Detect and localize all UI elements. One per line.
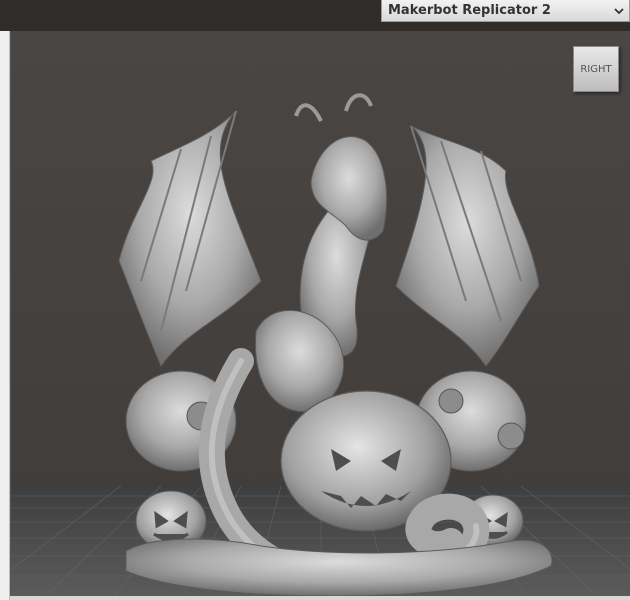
printer-dropdown-label: Makerbot Replicator 2 — [388, 3, 551, 18]
printer-dropdown[interactable]: Makerbot Replicator 2 — [381, 0, 630, 22]
3d-viewport[interactable] — [10, 31, 630, 600]
view-cube-label: RIGHT — [580, 63, 612, 75]
3d-scene[interactable] — [11, 31, 630, 600]
top-toolbar: Makerbot Replicator 2 — [0, 0, 630, 31]
chevron-down-icon[interactable] — [613, 5, 625, 17]
left-wing — [118, 110, 262, 368]
slicer-app-window: Makerbot Replicator 2 RIGHT — [0, 0, 630, 600]
dragon-model[interactable] — [118, 93, 553, 597]
right-wing — [395, 125, 540, 367]
left-panel-edge — [0, 31, 10, 600]
view-cube-button[interactable]: RIGHT — [573, 46, 619, 92]
viewport-bottom-edge — [10, 596, 630, 600]
